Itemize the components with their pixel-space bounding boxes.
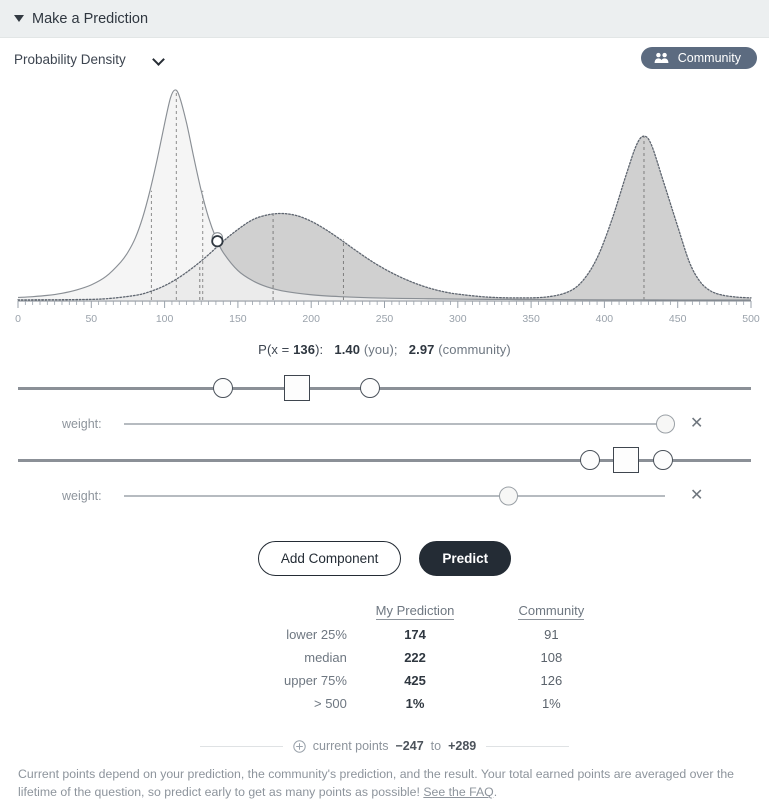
- component-sliders: weight: ✕ weight: ✕: [0, 371, 769, 515]
- table-row: upper 75%425126: [150, 669, 620, 692]
- svg-text:200: 200: [302, 313, 320, 325]
- component-2-lower-handle[interactable]: [580, 450, 600, 470]
- table-row: lower 25%17491: [150, 623, 620, 646]
- component-2-remove-icon[interactable]: ✕: [690, 488, 703, 504]
- current-points-connector: to: [431, 739, 441, 753]
- controls-row: Probability Density Community: [0, 38, 769, 80]
- add-component-button[interactable]: Add Component: [258, 541, 402, 576]
- view-selector-dropdown[interactable]: Probability Density: [14, 52, 164, 67]
- current-points-text: current points −247 to +289: [293, 739, 476, 753]
- prediction-distribution-chart[interactable]: 0 50 100 150 200 250 300 350 400 450 500: [0, 82, 769, 340]
- prediction-summary-table: My Prediction Community lower 25%17491me…: [150, 602, 620, 715]
- table-header-row: My Prediction Community: [150, 602, 620, 623]
- probability-readout: P(x = 136): 1.40 (you); 2.97 (community): [0, 342, 769, 357]
- view-selector-label: Probability Density: [14, 52, 126, 67]
- column-header-community-label: Community: [518, 603, 584, 620]
- component-slider-1[interactable]: [18, 371, 751, 405]
- probability-prefix: P(x =: [258, 342, 293, 357]
- row-my-prediction: 174: [347, 623, 483, 646]
- svg-text:250: 250: [376, 313, 394, 325]
- community-toggle-label: Community: [678, 51, 741, 65]
- column-header-my-prediction-label: My Prediction: [376, 603, 455, 620]
- component-1-lower-handle[interactable]: [213, 378, 233, 398]
- current-points-row: current points −247 to +289: [0, 739, 769, 753]
- action-buttons: Add Component Predict: [0, 541, 769, 576]
- row-label: lower 25%: [150, 623, 347, 646]
- current-points-min: −247: [396, 739, 424, 753]
- current-points-label: current points: [313, 739, 389, 753]
- component-1-weight-row: weight: ✕: [0, 405, 769, 443]
- svg-text:400: 400: [596, 313, 614, 325]
- divider-right: [486, 746, 569, 747]
- probability-my-value: 1.40: [334, 342, 360, 357]
- row-label: > 500: [150, 692, 347, 715]
- divider-left: [200, 746, 283, 747]
- svg-text:300: 300: [449, 313, 467, 325]
- component-2-weight-label: weight:: [62, 489, 102, 503]
- people-icon: [654, 52, 669, 64]
- caret-down-icon: [14, 15, 24, 22]
- row-community: 126: [483, 669, 619, 692]
- component-1-weight-track[interactable]: [124, 423, 665, 425]
- row-my-prediction: 425: [347, 669, 483, 692]
- community-toggle[interactable]: Community: [641, 47, 757, 69]
- component-1-remove-icon[interactable]: ✕: [690, 416, 703, 432]
- component-track-1: [18, 387, 751, 390]
- panel-header[interactable]: Make a Prediction: [0, 0, 769, 38]
- svg-text:100: 100: [156, 313, 174, 325]
- table-row: > 5001%1%: [150, 692, 620, 715]
- page-title: Make a Prediction: [32, 11, 148, 27]
- distribution-plot[interactable]: 0 50 100 150 200 250 300 350 400 450 500: [0, 82, 769, 340]
- footer-note: Current points depend on your prediction…: [18, 765, 751, 802]
- svg-text:500: 500: [742, 313, 760, 325]
- component-1-center-handle[interactable]: [284, 375, 310, 401]
- current-points-max: +289: [448, 739, 476, 753]
- component-track-2: [18, 459, 751, 462]
- svg-text:0: 0: [15, 313, 21, 325]
- column-header-blank: [150, 602, 347, 623]
- row-community: 91: [483, 623, 619, 646]
- probability-my-label: (you);: [364, 342, 398, 357]
- table-row: median222108: [150, 646, 620, 669]
- svg-text:350: 350: [522, 313, 540, 325]
- row-community: 1%: [483, 692, 619, 715]
- svg-text:450: 450: [669, 313, 687, 325]
- row-my-prediction: 1%: [347, 692, 483, 715]
- row-label: median: [150, 646, 347, 669]
- svg-text:50: 50: [85, 313, 97, 325]
- component-1-weight-handle[interactable]: [656, 415, 675, 434]
- component-1-upper-handle[interactable]: [360, 378, 380, 398]
- faq-link[interactable]: See the FAQ: [423, 785, 493, 799]
- footer-text-end: .: [494, 785, 497, 799]
- probability-community-label: (community): [438, 342, 511, 357]
- probability-x-value: 136: [293, 342, 315, 357]
- component-2-weight-track[interactable]: [124, 495, 665, 497]
- row-label: upper 75%: [150, 669, 347, 692]
- component-2-weight-handle[interactable]: [499, 487, 518, 506]
- component-2-upper-handle[interactable]: [653, 450, 673, 470]
- plus-circle-icon: [293, 740, 306, 753]
- row-community: 108: [483, 646, 619, 669]
- component-2-center-handle[interactable]: [613, 447, 639, 473]
- component-slider-2[interactable]: [18, 443, 751, 477]
- chevron-down-icon: [154, 54, 164, 64]
- component-2-weight-row: weight: ✕: [0, 477, 769, 515]
- predict-button[interactable]: Predict: [419, 541, 511, 576]
- probability-suffix: ):: [315, 342, 323, 357]
- svg-text:150: 150: [229, 313, 247, 325]
- probability-community-value: 2.97: [409, 342, 435, 357]
- column-header-community[interactable]: Community: [483, 602, 619, 623]
- column-header-my-prediction[interactable]: My Prediction: [347, 602, 483, 623]
- component-1-weight-label: weight:: [62, 417, 102, 431]
- row-my-prediction: 222: [347, 646, 483, 669]
- footer-text: Current points depend on your prediction…: [18, 767, 734, 799]
